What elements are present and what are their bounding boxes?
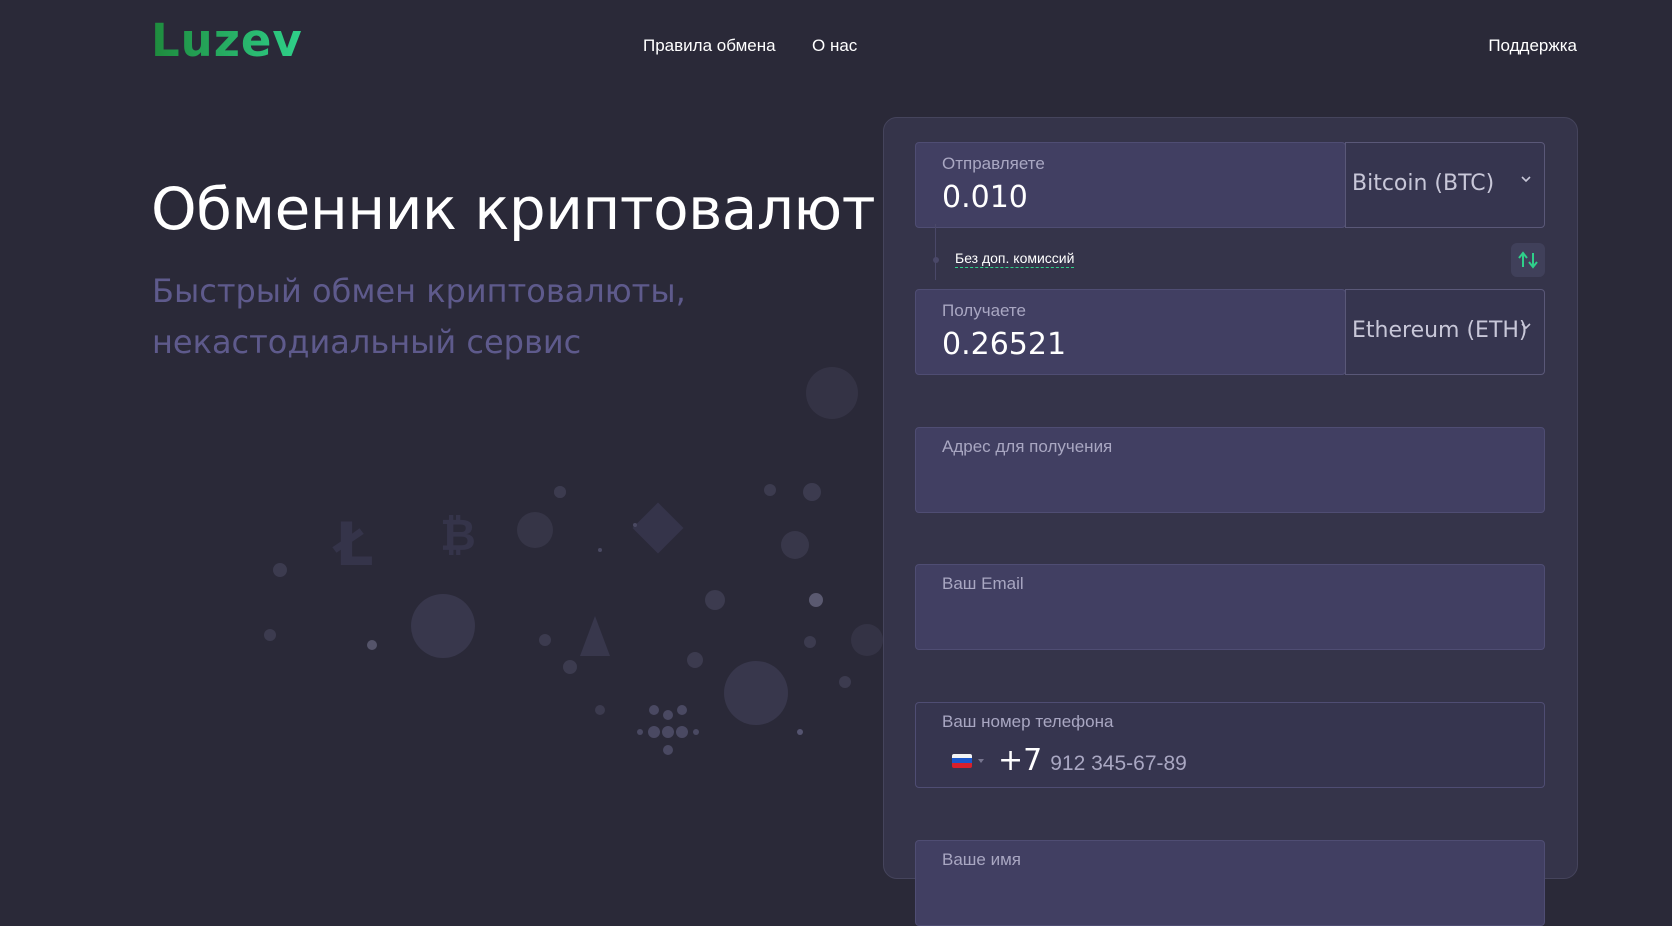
svg-text:₿: ₿ <box>440 510 476 561</box>
chevron-down-icon <box>1521 323 1531 330</box>
phone-label: Ваш номер телефона <box>942 712 1114 731</box>
send-amount-field[interactable]: Отправляете 0.010 <box>915 142 1346 228</box>
phone-input[interactable]: 912 345-67-89 <box>1050 752 1187 776</box>
chevron-down-icon <box>978 758 984 763</box>
no-fee-note[interactable]: Без доп. комиссий <box>955 250 1075 268</box>
email-field[interactable]: Ваш Email <box>915 564 1545 650</box>
receive-amount-input[interactable]: 0.26521 <box>942 327 1066 362</box>
receive-label: Получаете <box>942 301 1026 320</box>
hero-subtitle: Быстрый обмен криптовалюты, некастодиаль… <box>152 272 686 361</box>
receive-amount-field[interactable]: Получаете 0.26521 <box>915 289 1346 375</box>
receive-currency-select[interactable]: Ethereum (ETH) <box>1345 289 1545 375</box>
hero-title: Обменник криптовалют <box>151 175 876 243</box>
phone-field[interactable]: Ваш номер телефона +7 912 345-67-89 <box>915 702 1545 788</box>
crypto-coins-decoration: Ł ₿ <box>264 367 883 755</box>
swap-button[interactable] <box>1511 243 1545 277</box>
connector-dot <box>933 257 939 263</box>
send-currency-value: Bitcoin (BTC) <box>1352 171 1495 196</box>
nav-support[interactable]: Поддержка <box>1488 36 1577 56</box>
email-label: Ваш Email <box>942 574 1024 593</box>
chevron-down-icon <box>1521 176 1531 183</box>
logo[interactable]: Luzev <box>151 14 303 67</box>
phone-country-code: +7 <box>998 743 1043 778</box>
send-label: Отправляете <box>942 154 1045 173</box>
send-amount-input[interactable]: 0.010 <box>942 180 1028 215</box>
connector-line <box>935 224 936 280</box>
phone-input-row[interactable]: +7 912 345-67-89 <box>952 743 1187 778</box>
russia-flag-icon[interactable] <box>952 753 972 768</box>
receive-currency-value: Ethereum (ETH) <box>1352 318 1528 343</box>
exchange-form: Отправляете 0.010 Bitcoin (BTC) Без доп.… <box>883 117 1578 926</box>
svg-text:Ł: Ł <box>332 510 374 580</box>
nav-about[interactable]: О нас <box>812 36 857 56</box>
swap-arrows-icon <box>1518 251 1538 269</box>
nav-exchange-rules[interactable]: Правила обмена <box>643 36 776 56</box>
name-field[interactable]: Ваше имя <box>915 840 1545 926</box>
address-label: Адрес для получения <box>942 437 1113 456</box>
header: Luzev Правила обмена О нас Поддержка <box>0 0 1672 95</box>
name-label: Ваше имя <box>942 850 1021 869</box>
address-field[interactable]: Адрес для получения <box>915 427 1545 513</box>
send-currency-select[interactable]: Bitcoin (BTC) <box>1345 142 1545 228</box>
